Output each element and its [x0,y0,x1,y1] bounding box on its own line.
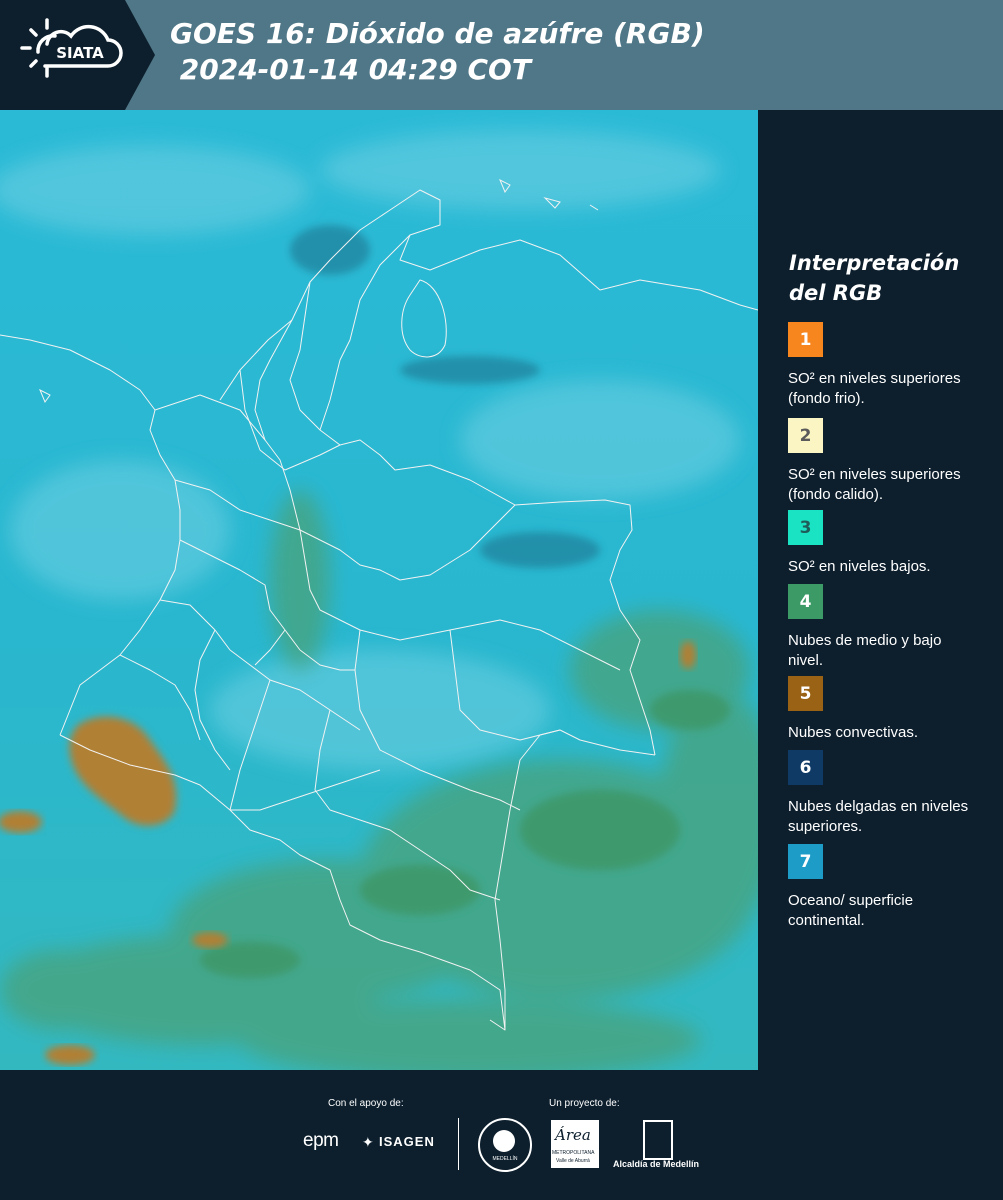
legend-item-6: 6 Nubes delgadas en niveles superiores. [788,750,998,837]
satellite-map[interactable] [0,110,758,1070]
legend-item-7: 7 Oceano/ superficie continental. [788,844,998,931]
isagen-logo[interactable]: ✦ ISAGEN [362,1132,442,1154]
legend-number-2: 2 [799,425,812,446]
legend-swatch-2: 2 [788,418,823,453]
legend-label-2: SO² en niveles superiores (fondo calido)… [788,466,961,503]
title-line-2: 2024-01-14 04:29 COT [170,53,531,86]
legend-item-1: 1 SO² en niveles superiores (fondo frio)… [788,322,998,409]
legend-swatch-6: 6 [788,750,823,785]
legend-item-2: 2 SO² en niveles superiores (fondo calid… [788,418,998,505]
support-label: Con el apoyo de: [328,1098,404,1109]
legend-label-7: Oceano/ superficie continental. [788,892,914,929]
legend-number-3: 3 [799,517,812,538]
medellin-seal-icon [493,1130,515,1152]
legend-swatch-3: 3 [788,510,823,545]
area-metropolitana-logo[interactable]: Área METROPOLITANA Valle de Aburrá [551,1120,599,1168]
alcaldia-crest-icon[interactable] [643,1120,673,1160]
area-logo-sub1: METROPOLITANA [552,1150,595,1156]
siata-logo[interactable]: SIATA [0,0,155,110]
siata-logo-text: SIATA [56,44,104,62]
area-logo-sub2: Valle de Aburrá [556,1158,590,1164]
legend-number-7: 7 [799,851,812,872]
legend-number-5: 5 [799,683,812,704]
legend-panel: Interpretación del RGB 1 SO² en niveles … [758,110,1003,1070]
legend-number-6: 6 [799,757,812,778]
legend-label-4: Nubes de medio y bajo nivel. [788,632,942,669]
legend-label-1: SO² en niveles superiores (fondo frio). [788,370,961,407]
isagen-icon: ✦ [362,1134,374,1150]
medellin-seal-text: MEDELLÍN [492,1156,518,1162]
project-label: Un proyecto de: [549,1098,620,1109]
legend-item-4: 4 Nubes de medio y bajo nivel. [788,584,998,671]
legend-label-5: Nubes convectivas. [788,724,919,741]
isagen-logo-text: ISAGEN [379,1134,435,1149]
legend-number-1: 1 [799,329,812,350]
legend-label-3: SO² en niveles bajos. [788,558,931,575]
legend-number-4: 4 [799,591,812,612]
medellin-seal[interactable]: MEDELLÍN [478,1118,532,1172]
title-line-1: GOES 16: Dióxido de azúfre (RGB) [170,17,705,50]
footer: Con el apoyo de: Un proyecto de: epm ✦ I… [0,1070,1003,1200]
legend-swatch-5: 5 [788,676,823,711]
legend-swatch-7: 7 [788,844,823,879]
area-logo-script: Área [555,1126,591,1144]
legend-title: Interpretación del RGB [789,251,960,305]
legend-swatch-4: 4 [788,584,823,619]
legend-item-3: 3 SO² en niveles bajos. [788,510,998,577]
legend-label-6: Nubes delgadas en niveles superiores. [788,798,969,835]
siata-logo-icon: SIATA [0,0,155,110]
page-title: GOES 16: Dióxido de azúfre (RGB) 2024-01… [170,16,705,88]
epm-logo[interactable]: epm [303,1130,339,1152]
legend-swatch-1: 1 [788,322,823,357]
alcaldia-logo-text[interactable]: Alcaldía de Medellín [613,1159,699,1169]
header-bar: SIATA GOES 16: Dióxido de azúfre (RGB) 2… [0,0,1003,110]
legend-item-5: 5 Nubes convectivas. [788,676,998,743]
footer-divider [458,1118,459,1170]
rgb-satellite-image [0,110,758,1070]
